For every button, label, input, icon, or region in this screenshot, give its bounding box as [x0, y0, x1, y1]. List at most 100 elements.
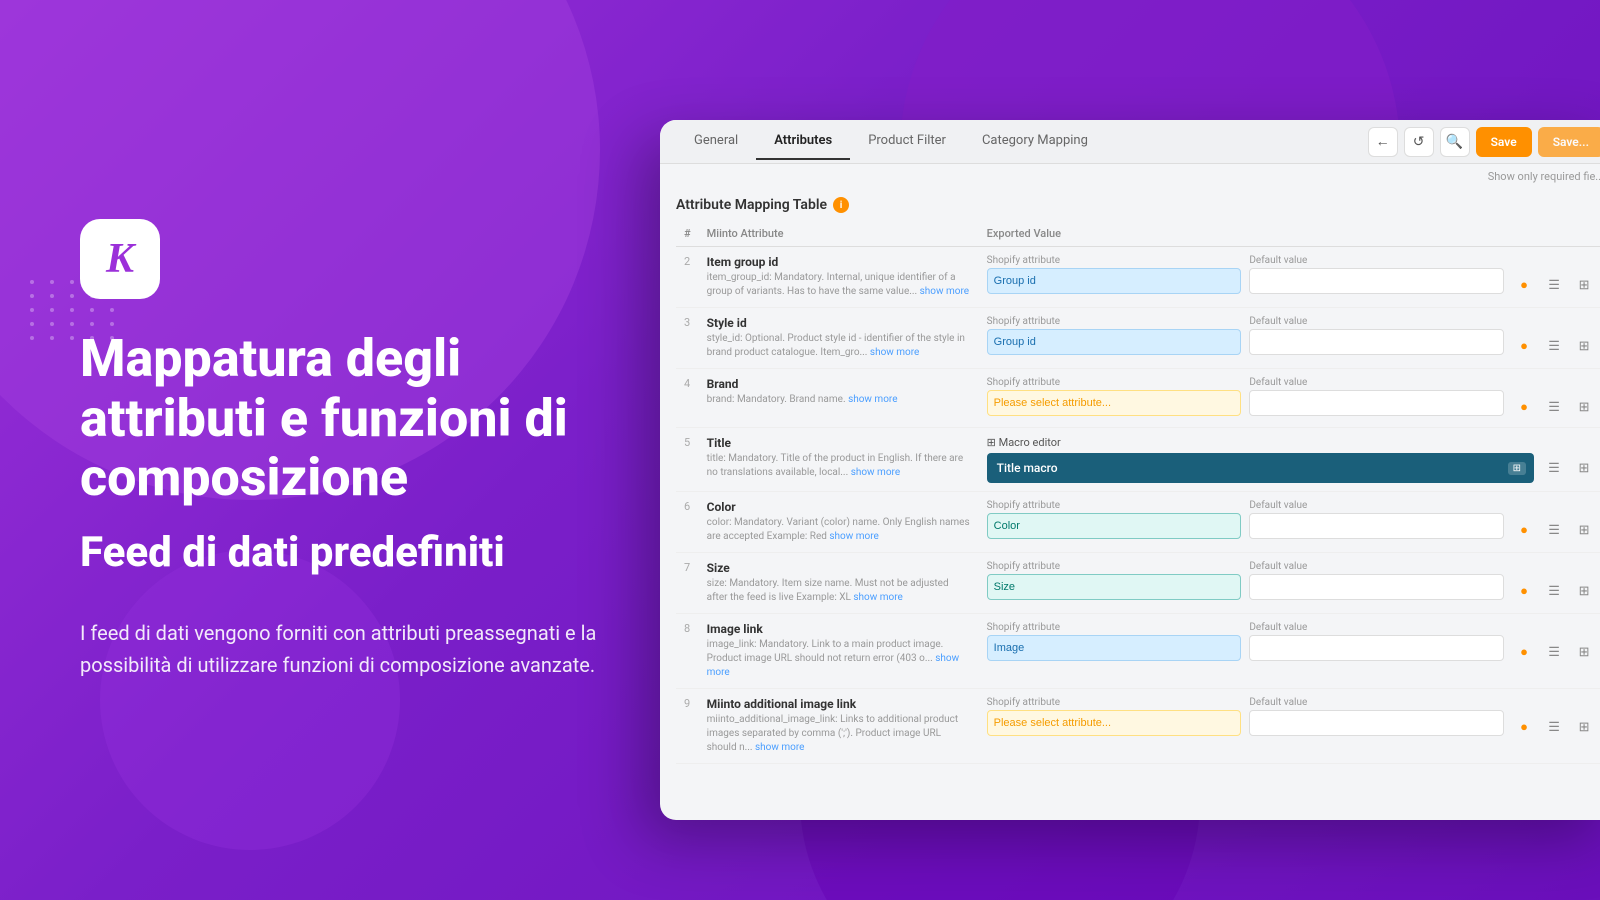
warning-icon[interactable]: ● — [1512, 334, 1536, 358]
attribute-description: size: Mandatory. Item size name. Must no… — [707, 577, 971, 605]
exported-value-cell: ⊞ Macro editorTitle macro⊞ ☰ ⊞ — [979, 428, 1600, 492]
exported-value-cell: Shopify attributeDefault value●☰⊞ — [979, 308, 1600, 369]
search-button[interactable]: 🔍 — [1440, 127, 1470, 157]
tab-general[interactable]: General — [676, 123, 756, 160]
shopify-attribute-input[interactable] — [987, 390, 1242, 416]
list-icon[interactable]: ☰ — [1542, 456, 1566, 480]
list-icon[interactable]: ☰ — [1542, 715, 1566, 739]
table-row: 5 Title title: Mandatory. Title of the pro… — [676, 428, 1600, 492]
default-value-group: Default value — [1249, 377, 1504, 416]
attribute-description: title: Mandatory. Title of the product i… — [707, 452, 971, 480]
shopify-attribute-group: Shopify attribute — [987, 697, 1242, 736]
shopify-attribute-input[interactable] — [987, 513, 1242, 539]
table-row: 9Miinto additional image linkmiinto_addi… — [676, 689, 1600, 764]
list-icon[interactable]: ☰ — [1542, 579, 1566, 603]
default-value-group: Default value — [1249, 316, 1504, 355]
shopify-attribute-input[interactable] — [987, 574, 1242, 600]
grid-icon[interactable]: ⊞ — [1572, 273, 1596, 297]
default-value-label: Default value — [1249, 697, 1504, 708]
exported-value-cell: Shopify attribute Default value ●☰⊞ — [979, 369, 1600, 428]
default-value-input[interactable] — [1249, 513, 1504, 539]
warning-icon[interactable]: ● — [1512, 395, 1536, 419]
field-group: Shopify attributeDefault value●☰⊞ — [987, 316, 1596, 358]
shopify-attribute-input[interactable] — [987, 635, 1242, 661]
grid-icon[interactable]: ⊞ — [1572, 395, 1596, 419]
grid-icon[interactable]: ⊞ — [1572, 456, 1596, 480]
sub-title: Feed di dati predefiniti — [80, 528, 660, 577]
table-container: Attribute Mapping Table i # Miinto Attri… — [660, 187, 1600, 820]
shopify-attribute-input[interactable] — [987, 329, 1242, 355]
list-icon[interactable]: ☰ — [1542, 273, 1566, 297]
grid-icon[interactable]: ⊞ — [1572, 640, 1596, 664]
miinto-attribute-cell: Miinto additional image linkmiinto_addit… — [699, 689, 979, 764]
list-icon[interactable]: ☰ — [1542, 395, 1566, 419]
list-icon[interactable]: ☰ — [1542, 334, 1566, 358]
save-button[interactable]: Save — [1476, 127, 1532, 157]
warning-icon[interactable]: ● — [1512, 640, 1536, 664]
warning-icon[interactable]: ● — [1512, 273, 1536, 297]
list-icon[interactable]: ☰ — [1542, 640, 1566, 664]
grid-icon[interactable]: ⊞ — [1572, 715, 1596, 739]
action-icons: ●☰⊞ — [1512, 316, 1596, 358]
exported-value-cell: Shopify attribute Default value ●☰⊞ — [979, 553, 1600, 614]
default-value-input[interactable] — [1249, 574, 1504, 600]
default-value-input[interactable] — [1249, 710, 1504, 736]
macro-input[interactable]: Title macro⊞ — [987, 453, 1534, 483]
shopify-attribute-label: Shopify attribute — [987, 316, 1242, 327]
default-value-input[interactable] — [1249, 390, 1504, 416]
row-number: 9 — [676, 689, 699, 764]
table-title: Attribute Mapping Table i — [676, 187, 1600, 221]
miinto-attribute-cell: Title title: Mandatory. Title of the prod… — [699, 428, 979, 492]
tabs-bar: General Attributes Product Filter Catego… — [660, 120, 1600, 164]
main-title: Mappatura degli attributi e funzioni di … — [80, 329, 660, 508]
table-row: 8Image linkimage_link: Mandatory. Link t… — [676, 614, 1600, 689]
list-icon[interactable]: ☰ — [1542, 518, 1566, 542]
default-value-input[interactable] — [1249, 329, 1504, 355]
logo: K — [80, 219, 160, 299]
grid-icon[interactable]: ⊞ — [1572, 334, 1596, 358]
attribute-name: Miinto additional image link — [707, 697, 971, 711]
shopify-attribute-input[interactable] — [987, 268, 1242, 294]
grid-icon[interactable]: ⊞ — [1572, 579, 1596, 603]
shopify-attribute-group: Shopify attribute — [987, 561, 1242, 600]
default-value-input[interactable] — [1249, 268, 1504, 294]
exported-value-cell: Shopify attributeDefault value●☰⊞ — [979, 492, 1600, 553]
table-row: 2Item group iditem_group_id: Mandatory. … — [676, 247, 1600, 308]
exported-value-cell: Shopify attribute Default value ●☰⊞ — [979, 247, 1600, 308]
warning-icon[interactable]: ● — [1512, 715, 1536, 739]
action-icons: ●☰⊞ — [1512, 697, 1596, 739]
grid-icon[interactable]: ⊞ — [1572, 518, 1596, 542]
miinto-attribute-cell: Item group iditem_group_id: Mandatory. I… — [699, 247, 979, 308]
field-group: Shopify attribute Default value ●☰⊞ — [987, 697, 1596, 739]
field-group: Shopify attribute Default value ●☰⊞ — [987, 255, 1596, 297]
row-number: 6 — [676, 492, 699, 553]
row-number: 7 — [676, 553, 699, 614]
refresh-button[interactable]: ↺ — [1404, 127, 1434, 157]
show-required-toggle[interactable]: Show only required fie... — [660, 164, 1600, 187]
shopify-attribute-input[interactable] — [987, 710, 1242, 736]
save2-button[interactable]: Save... — [1538, 127, 1600, 157]
tab-product-filter[interactable]: Product Filter — [850, 123, 964, 160]
default-value-group: Default value — [1249, 255, 1504, 294]
default-value-label: Default value — [1249, 561, 1504, 572]
default-value-label: Default value — [1249, 255, 1504, 266]
action-icons: ☰ ⊞ — [1542, 456, 1596, 480]
attribute-description: brand: Mandatory. Brand name. show more — [707, 393, 971, 407]
shopify-attribute-group: Shopify attribute — [987, 377, 1242, 416]
default-value-label: Default value — [1249, 622, 1504, 633]
tab-attributes[interactable]: Attributes — [756, 123, 850, 160]
default-value-label: Default value — [1249, 377, 1504, 388]
tab-category-mapping[interactable]: Category Mapping — [964, 123, 1106, 160]
attribute-table: # Miinto Attribute Exported Value 2Item … — [676, 221, 1600, 764]
warning-icon[interactable]: ● — [1512, 518, 1536, 542]
shopify-attribute-label: Shopify attribute — [987, 255, 1242, 266]
back-button[interactable]: ← — [1368, 127, 1398, 157]
row-number: 5 — [676, 428, 699, 492]
attribute-name: Item group id — [707, 255, 971, 269]
attribute-name: Brand — [707, 377, 971, 391]
attribute-name: Image link — [707, 622, 971, 636]
warning-icon[interactable]: ● — [1512, 579, 1536, 603]
attribute-name: Title — [707, 436, 971, 450]
default-value-label: Default value — [1249, 500, 1504, 511]
default-value-input[interactable] — [1249, 635, 1504, 661]
